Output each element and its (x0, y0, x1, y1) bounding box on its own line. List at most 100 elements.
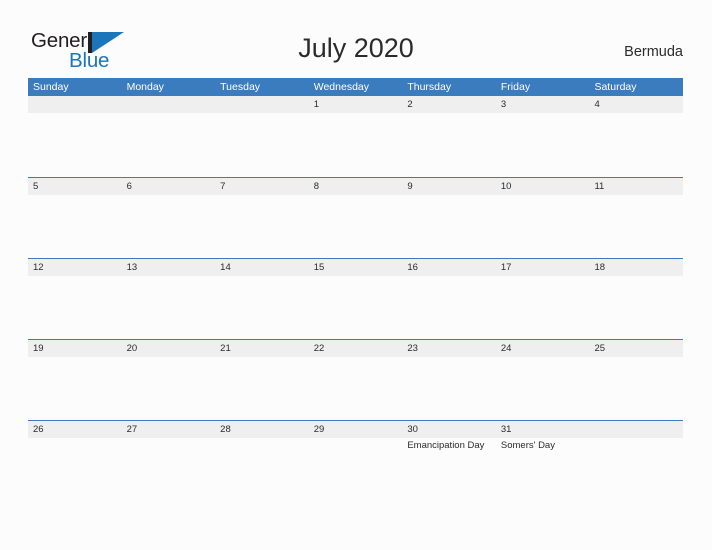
day-number: 23 (407, 343, 418, 354)
day-number-band (121, 96, 216, 113)
calendar-day-cell[interactable]: 17 (495, 259, 590, 339)
calendar-day-cell[interactable]: 7 (215, 178, 309, 258)
day-number-band (121, 178, 216, 195)
holiday-label: Emancipation Day (407, 440, 485, 451)
day-number-band (589, 421, 684, 438)
calendar-day-cell[interactable]: 24 (495, 340, 590, 420)
day-number: 15 (313, 262, 325, 273)
calendar-day-cell[interactable]: 25 (589, 340, 684, 420)
day-number: 5 (33, 181, 39, 192)
day-number: 6 (126, 181, 132, 192)
calendar-page: General Blue July 2020 Bermuda Sunday Mon… (0, 0, 712, 550)
day-number: 9 (407, 181, 413, 192)
weekday-header-sunday: Sunday (33, 81, 69, 93)
calendar-day-cell[interactable]: 26 (28, 421, 122, 501)
calendar-day-cell[interactable]: 2 (402, 96, 496, 177)
day-number: 27 (126, 424, 138, 435)
day-number: 10 (500, 181, 512, 192)
calendar-day-cell[interactable]: 16 (402, 259, 496, 339)
calendar-day-cell[interactable]: 28 (215, 421, 309, 501)
calendar-day-cell[interactable]: 20 (121, 340, 216, 420)
calendar-day-cell[interactable]: 11 (589, 178, 684, 258)
day-number: 24 (500, 343, 512, 354)
calendar-day-cell[interactable]: 27 (121, 421, 216, 501)
weekday-header-monday: Monday (126, 81, 164, 93)
region-label: Bermuda (624, 44, 683, 60)
day-number: 8 (313, 181, 320, 192)
weekday-header-thursday: Thursday (407, 81, 452, 93)
day-number-band (308, 96, 403, 113)
day-number: 26 (33, 424, 44, 435)
day-number: 16 (407, 262, 418, 273)
day-number: 19 (33, 343, 44, 354)
calendar-week-row: 12 13 14 15 16 17 18 (28, 258, 684, 339)
calendar-weeks: 1 2 3 4 5 6 7 8 9 10 11 12 13 14 15 16 17 18 19 20 21 22 23 24 2… (28, 96, 684, 501)
calendar-week-row: 5 6 7 8 9 10 11 (28, 177, 684, 258)
calendar-day-cell[interactable]: 21 (215, 340, 309, 420)
calendar-day-cell[interactable]: 19 (28, 340, 122, 420)
day-number: 20 (126, 343, 138, 354)
day-number: 14 (220, 262, 231, 273)
calendar-empty-cell (121, 96, 216, 177)
day-events: Emancipation Day (407, 439, 494, 452)
day-number: 1 (313, 99, 320, 110)
calendar-day-cell[interactable]: 30 Emancipation Day (402, 421, 496, 501)
day-number: 4 (594, 99, 600, 110)
day-number-band (402, 178, 496, 195)
weekday-header-saturday: Saturday (594, 81, 637, 93)
calendar-day-cell[interactable]: 13 (121, 259, 216, 339)
day-number: 21 (220, 343, 231, 354)
day-number-band (215, 178, 309, 195)
day-number-band (28, 96, 122, 113)
day-number: 28 (220, 424, 231, 435)
calendar-day-cell[interactable]: 31 Somers' Day (495, 421, 590, 501)
calendar-day-cell[interactable]: 12 (28, 259, 122, 339)
calendar-empty-cell (28, 96, 122, 177)
day-number: 18 (594, 262, 606, 273)
day-number: 13 (126, 262, 138, 273)
calendar-day-cell[interactable]: 4 (589, 96, 684, 177)
calendar-day-cell[interactable]: 8 (308, 178, 403, 258)
calendar-day-cell[interactable]: 29 (308, 421, 403, 501)
calendar-day-cell[interactable]: 3 (495, 96, 590, 177)
weekday-header-tuesday: Tuesday (220, 81, 261, 93)
weekday-header-friday: Friday (500, 81, 531, 93)
day-number-band (28, 178, 122, 195)
day-number: 29 (313, 424, 325, 435)
holiday-label: Somers' Day (500, 440, 555, 451)
calendar-day-cell[interactable]: 10 (495, 178, 590, 258)
calendar-day-cell[interactable]: 9 (402, 178, 496, 258)
day-number-band (589, 96, 684, 113)
day-number: 17 (500, 262, 512, 273)
weekday-header-wednesday: Wednesday (313, 81, 369, 93)
day-number-band (308, 178, 403, 195)
weekday-header-row: Sunday Monday Tuesday Wednesday Thursday Frid… (28, 78, 683, 96)
page-title: July 2020 (298, 33, 414, 63)
calendar-day-cell[interactable]: 22 (308, 340, 403, 420)
calendar-day-cell[interactable]: 6 (121, 178, 216, 258)
calendar-empty-cell (589, 421, 684, 501)
calendar-day-cell[interactable]: 1 (308, 96, 403, 177)
day-number-band (495, 96, 590, 113)
day-number-band (215, 96, 309, 113)
day-number: 22 (313, 343, 325, 354)
day-number: 7 (220, 181, 226, 192)
calendar-day-cell[interactable]: 14 (215, 259, 309, 339)
calendar-day-cell[interactable]: 23 (402, 340, 496, 420)
day-number: 31 (500, 424, 512, 435)
day-number: 30 (407, 424, 418, 435)
day-number: 25 (594, 343, 606, 354)
day-number: 12 (33, 262, 44, 273)
calendar-day-cell[interactable]: 5 (28, 178, 122, 258)
calendar-week-row: 26 27 28 29 30 Emancipation Day 31 Somers' Day (28, 420, 684, 501)
calendar-week-row: 1 2 3 4 (28, 96, 684, 177)
day-number: 2 (407, 99, 413, 110)
calendar-day-cell[interactable]: 18 (589, 259, 684, 339)
calendar-empty-cell (215, 96, 309, 177)
calendar-grid: Sunday Monday Tuesday Wednesday Thursday Frid… (28, 78, 684, 501)
day-number: 3 (500, 99, 507, 110)
day-number-band (402, 96, 496, 113)
day-number: 11 (594, 181, 605, 192)
page-header: General Blue July 2020 Bermuda (0, 0, 712, 78)
calendar-day-cell[interactable]: 15 (308, 259, 403, 339)
